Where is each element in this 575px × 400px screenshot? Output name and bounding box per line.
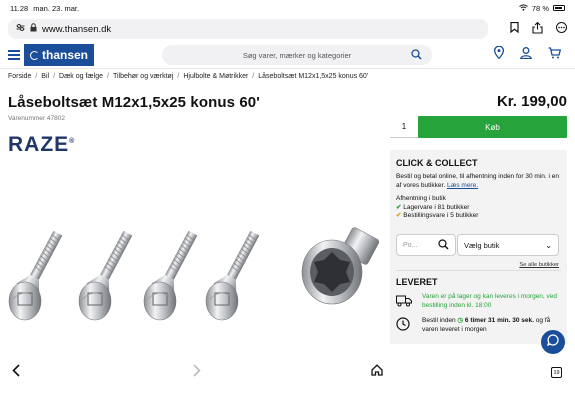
chat-button[interactable] bbox=[541, 330, 565, 354]
checkmark-icon: ✔ bbox=[396, 204, 402, 211]
back-icon[interactable] bbox=[12, 364, 20, 380]
breadcrumb-current: Låseboltsæt M12x1,5x25 konus 60' bbox=[258, 73, 369, 80]
breadcrumb-item[interactable]: Bil bbox=[41, 73, 49, 80]
breadcrumb: Forside / Bil / Dæk og fælge / Tilbehør og … bbox=[8, 73, 369, 80]
location-pin-icon[interactable] bbox=[493, 45, 505, 64]
cart-icon[interactable] bbox=[548, 46, 562, 64]
status-time: 11.28 bbox=[10, 3, 29, 13]
bolt-2 bbox=[78, 226, 140, 321]
status-bar: 11.28 man. 23. mar. 78 % bbox=[0, 0, 575, 16]
order-status: ✔ Bestillingsvare i 5 butikker bbox=[396, 212, 479, 219]
breadcrumb-item[interactable]: Hjulbolte & Møtrikker bbox=[183, 73, 248, 80]
click-collect-panel: CLICK & COLLECT Bestil og betal online, … bbox=[390, 150, 567, 344]
timer-icon: ◷ bbox=[457, 317, 464, 324]
wifi-icon bbox=[519, 3, 528, 13]
search-icon[interactable] bbox=[411, 49, 422, 62]
bolt-1 bbox=[8, 226, 70, 321]
product-image bbox=[8, 226, 380, 321]
address-bar[interactable]: www.thansen.dk bbox=[8, 19, 488, 39]
bookmark-icon[interactable] bbox=[510, 21, 519, 36]
item-number: Varenummer 47802 bbox=[8, 115, 65, 122]
read-more-link[interactable]: Læs mere. bbox=[447, 182, 478, 189]
registered-mark: ® bbox=[69, 138, 76, 145]
truck-icon bbox=[396, 294, 412, 312]
store-select-value: Vælg butik bbox=[464, 240, 500, 250]
home-icon[interactable] bbox=[371, 364, 383, 379]
menu-icon[interactable] bbox=[8, 50, 20, 60]
product-price: Kr. 199,00 bbox=[496, 93, 567, 110]
clock-icon bbox=[396, 317, 410, 336]
user-icon[interactable] bbox=[520, 46, 532, 64]
countdown: 6 timer 31 min. 30 sek. bbox=[464, 317, 534, 324]
brand-name: RAZE bbox=[8, 133, 70, 156]
browser-toolbar: www.thansen.dk bbox=[0, 16, 575, 42]
search-input[interactable]: Søg varer, mærker og kategorier bbox=[162, 45, 433, 65]
breadcrumb-item[interactable]: Dæk og fælge bbox=[59, 73, 103, 80]
bolt-4 bbox=[205, 226, 267, 321]
forward-icon[interactable] bbox=[193, 364, 201, 380]
more-icon[interactable] bbox=[556, 22, 567, 36]
site-header: thansen Søg varer, mærker og kategorier bbox=[0, 42, 575, 69]
logo-text: thansen bbox=[42, 48, 89, 62]
order-deadline: Bestil inden ◷ 6 timer 31 min. 30 sek. o… bbox=[422, 317, 551, 333]
url-text: www.thansen.dk bbox=[42, 23, 112, 35]
quantity-input[interactable]: 1 bbox=[390, 116, 418, 138]
tabs-button[interactable]: 19 bbox=[551, 367, 562, 378]
see-all-stores-link[interactable]: Se alle butikker bbox=[519, 262, 559, 268]
battery-icon bbox=[553, 5, 565, 11]
postcode-placeholder: Po... bbox=[403, 241, 418, 249]
brand-logo[interactable]: RAZE® bbox=[8, 133, 75, 157]
logo-mark-icon bbox=[30, 50, 39, 60]
delivery-info: Varen er på lager og kan leveres i morge… bbox=[422, 293, 558, 309]
breadcrumb-item[interactable]: Tilbehør og værktøj bbox=[113, 73, 173, 80]
breadcrumb-item[interactable]: Forside bbox=[8, 73, 31, 80]
search-icon[interactable] bbox=[438, 239, 449, 252]
postcode-input[interactable]: Po... bbox=[396, 234, 456, 256]
click-collect-desc: Bestil og betal online, til afhentning i… bbox=[396, 173, 559, 189]
search-placeholder: Søg varer, mærker og kategorier bbox=[242, 50, 352, 60]
store-select[interactable]: Vælg butik ⌄ bbox=[457, 234, 559, 256]
chevron-down-icon: ⌄ bbox=[545, 240, 552, 250]
battery-percent: 78 % bbox=[531, 3, 549, 13]
lock-icon bbox=[30, 23, 37, 35]
site-info-icon[interactable] bbox=[16, 23, 25, 35]
bolt-3 bbox=[143, 226, 205, 321]
click-collect-title: CLICK & COLLECT bbox=[396, 158, 478, 168]
delivery-title: LEVERET bbox=[396, 277, 438, 287]
chat-icon bbox=[546, 333, 559, 351]
lock-key bbox=[301, 227, 380, 305]
product-title: Låseboltsæt M12x1,5x25 konus 60' bbox=[8, 94, 260, 111]
checkmark-orange-icon: ✔ bbox=[396, 212, 402, 219]
browser-bottom-bar bbox=[0, 362, 575, 386]
pickup-title: Afhentning i butik bbox=[396, 195, 446, 202]
divider bbox=[396, 270, 561, 271]
site-logo[interactable]: thansen bbox=[24, 44, 95, 66]
status-date: man. 23. mar. bbox=[33, 3, 80, 13]
buy-button[interactable]: Køb bbox=[418, 116, 567, 138]
share-icon[interactable] bbox=[532, 21, 543, 37]
